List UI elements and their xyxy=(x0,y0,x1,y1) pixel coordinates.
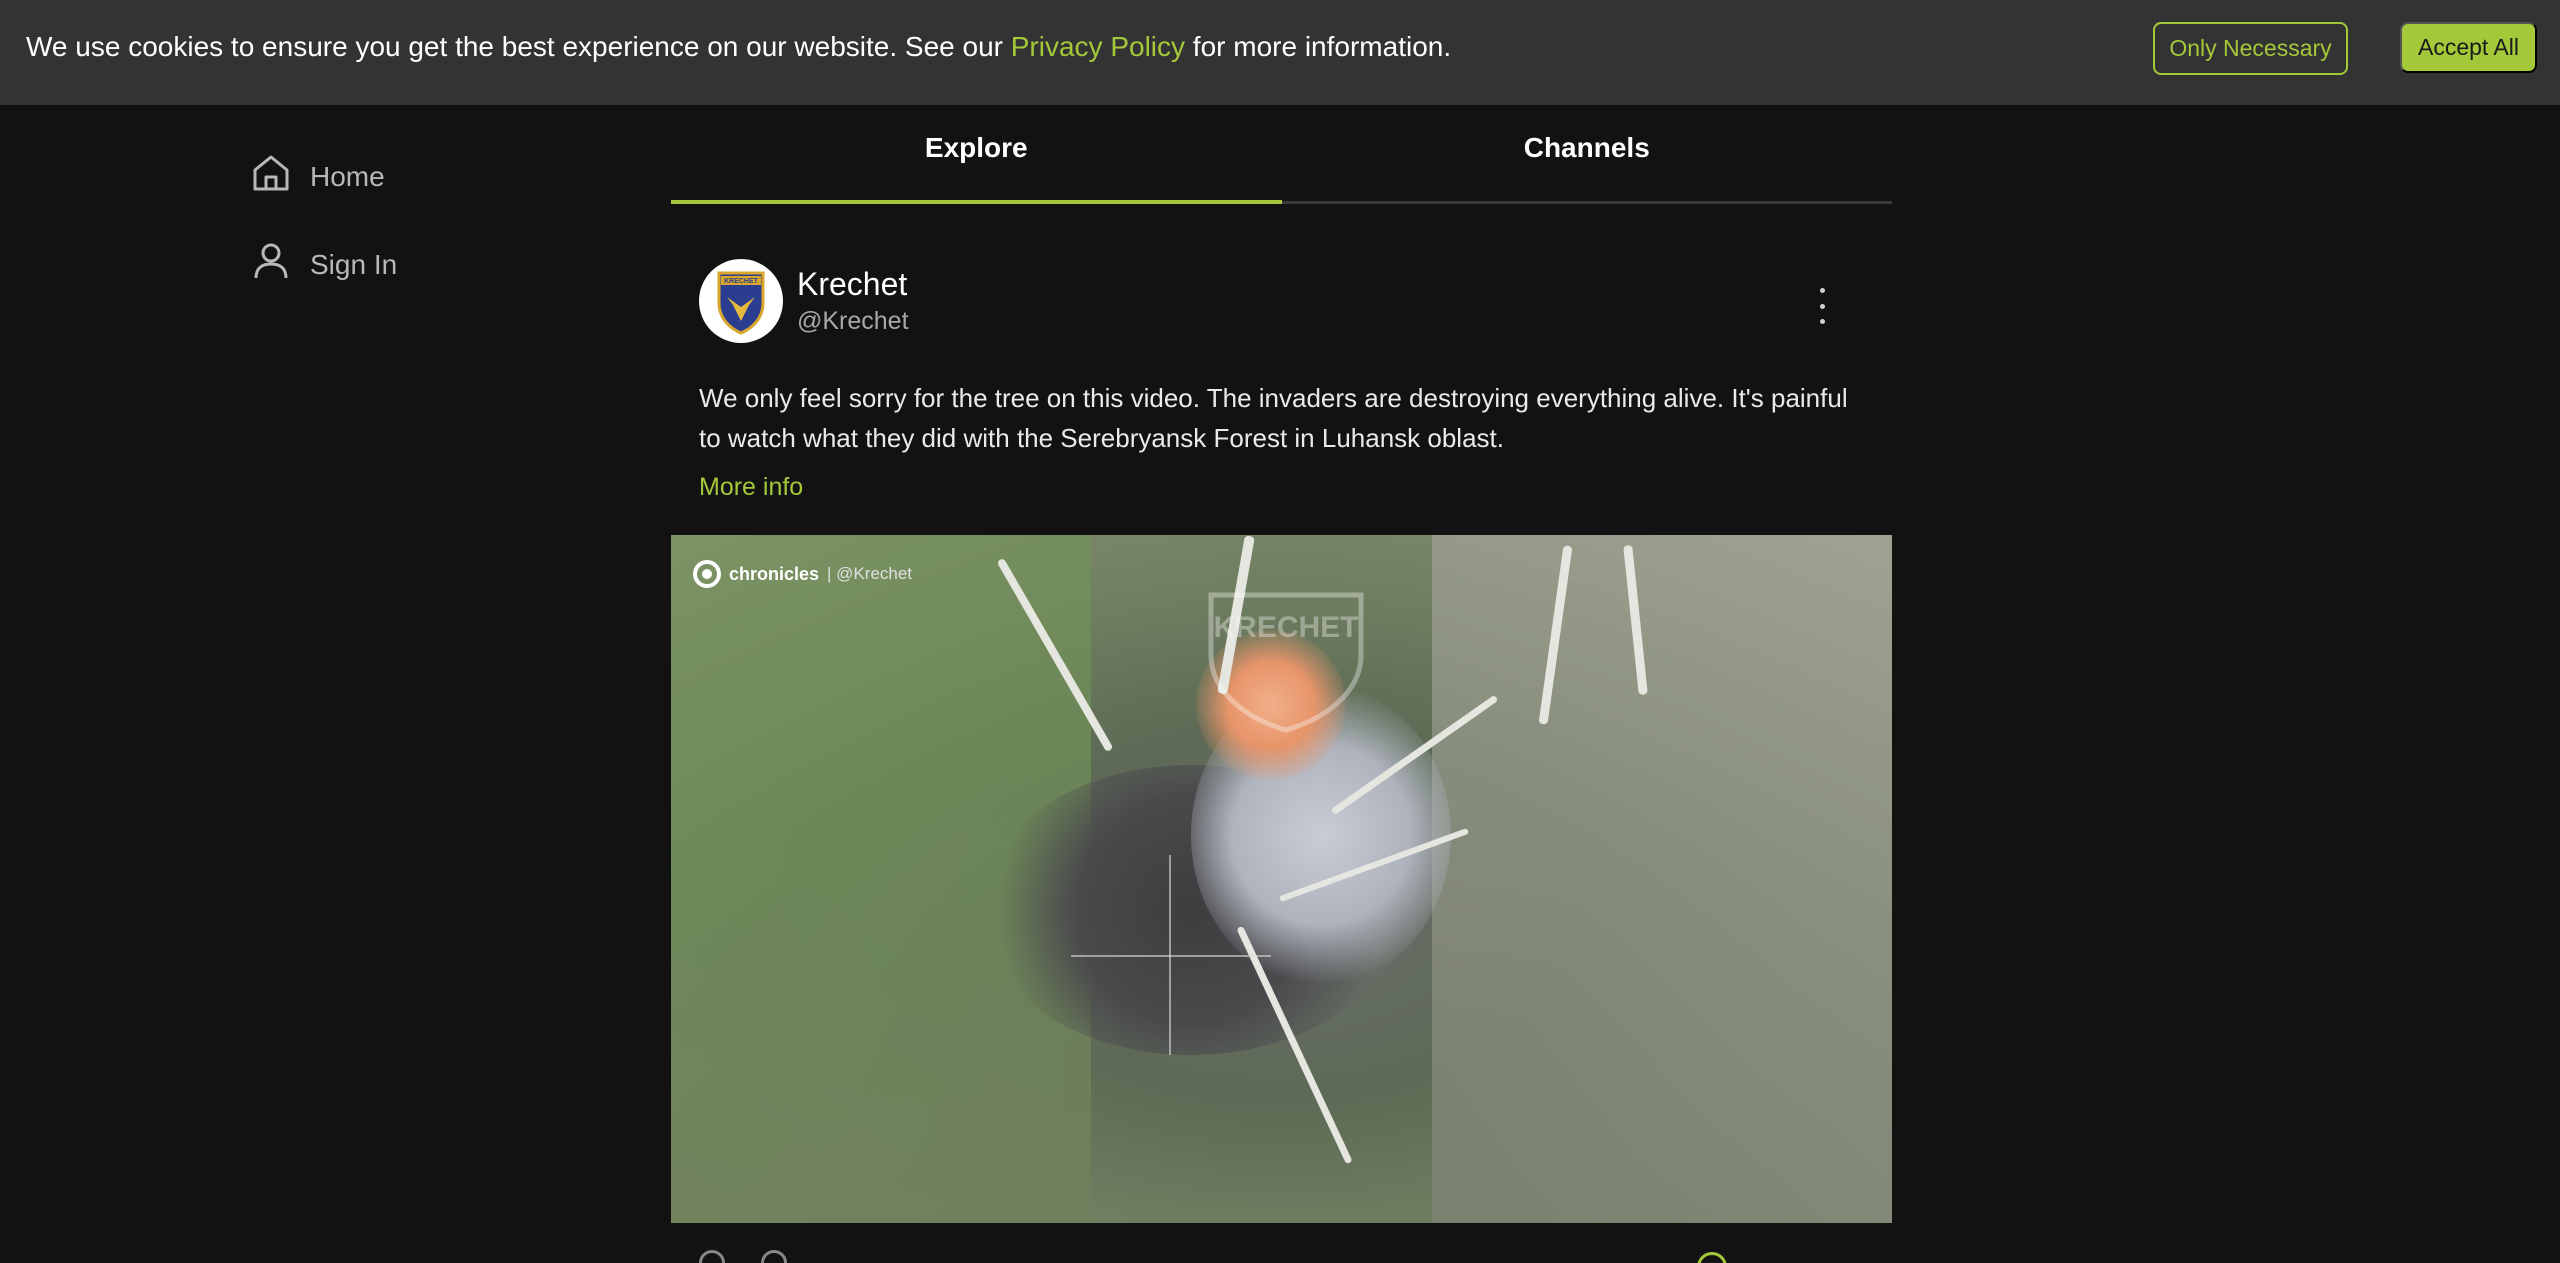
cookie-text-before: We use cookies to ensure you get the bes… xyxy=(26,30,1011,62)
author-handle[interactable]: @Krechet xyxy=(797,304,909,338)
avatar[interactable]: KRECHET xyxy=(699,259,783,343)
author-name[interactable]: Krechet xyxy=(797,264,909,304)
privacy-policy-link[interactable]: Privacy Policy xyxy=(1011,31,1185,62)
tab-explore[interactable]: Explore xyxy=(671,105,1282,204)
comment-icon[interactable] xyxy=(761,1250,787,1263)
chronicles-logo-icon xyxy=(693,560,721,588)
more-options-icon[interactable] xyxy=(1810,288,1834,324)
watermark-shield-icon: KRECHET xyxy=(1208,592,1364,733)
post-video[interactable]: KRECHET chronicles | @Krechet xyxy=(671,535,1892,1223)
watermark-handle: | @Krechet xyxy=(827,564,913,583)
post-actions xyxy=(699,1250,787,1263)
home-icon xyxy=(250,152,292,201)
only-necessary-button[interactable]: Only Necessary xyxy=(2153,22,2348,75)
sidebar-item-home[interactable]: Home xyxy=(250,152,385,201)
video-watermark: chronicles | @Krechet xyxy=(693,560,912,588)
like-icon[interactable] xyxy=(699,1250,725,1263)
sidebar-item-label: Home xyxy=(310,160,385,192)
video-frame-grass-right xyxy=(1432,535,1892,1223)
feed-tabs: Explore Channels xyxy=(671,105,1892,204)
svg-text:KRECHET: KRECHET xyxy=(724,278,759,285)
video-crosshair-horizontal xyxy=(1071,955,1271,957)
svg-text:KRECHET: KRECHET xyxy=(1213,611,1358,644)
sidebar-item-label: Sign In xyxy=(310,248,398,280)
tab-channels[interactable]: Channels xyxy=(1282,105,1893,201)
post-header: KRECHET Krechet @Krechet xyxy=(699,259,909,343)
more-info-link[interactable]: More info xyxy=(699,473,803,502)
video-crosshair-vertical xyxy=(1169,855,1171,1055)
share-icon[interactable] xyxy=(1697,1252,1727,1263)
post-text: We only feel sorry for the tree on this … xyxy=(699,383,1848,453)
cookie-banner: We use cookies to ensure you get the bes… xyxy=(0,0,2560,105)
krechet-shield-logo: KRECHET xyxy=(717,271,765,335)
cookie-text-after: for more information. xyxy=(1185,30,1452,62)
watermark-brand: chronicles xyxy=(729,563,820,584)
sidebar-item-sign-in[interactable]: Sign In xyxy=(250,240,397,289)
user-icon xyxy=(250,240,292,289)
accept-all-button[interactable]: Accept All xyxy=(2400,22,2537,73)
